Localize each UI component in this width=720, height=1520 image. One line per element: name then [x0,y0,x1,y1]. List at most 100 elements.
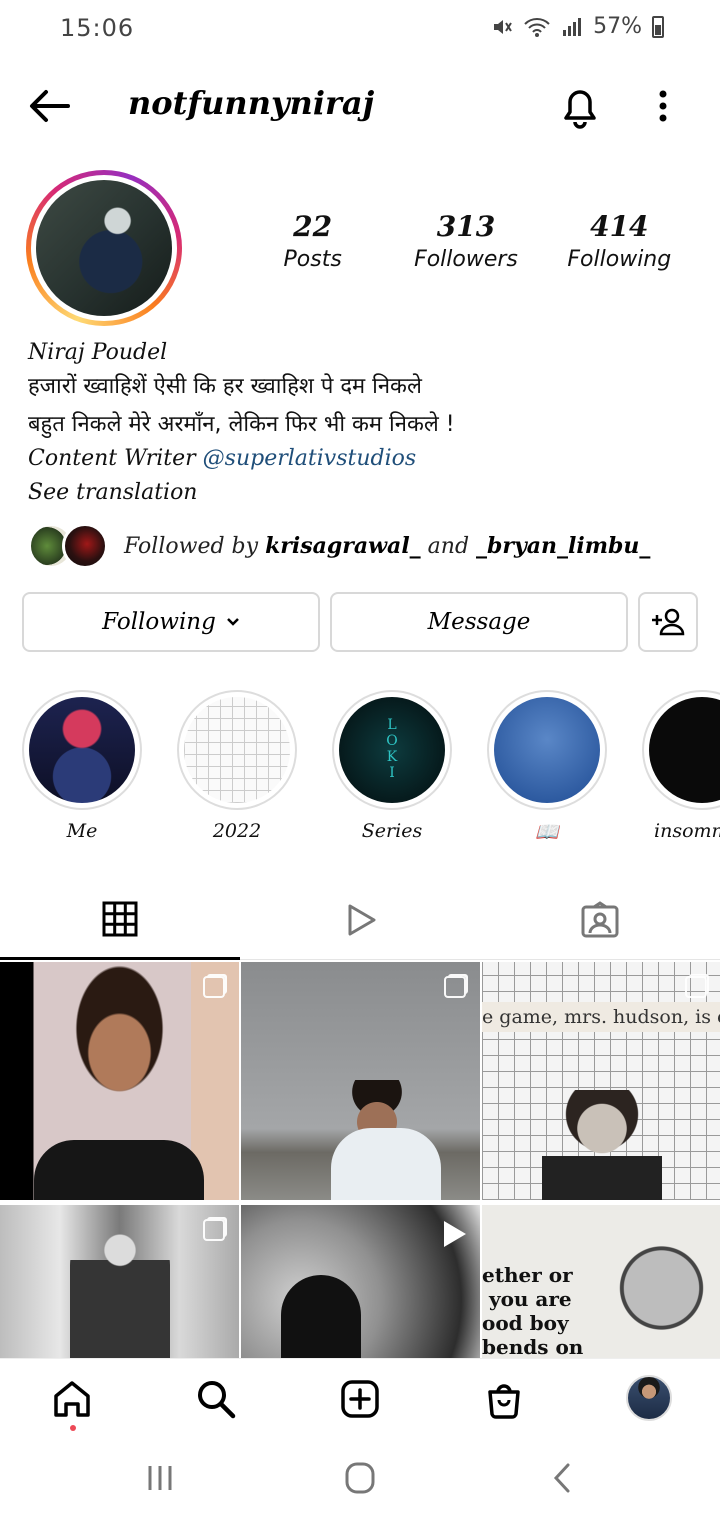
wifi-icon [524,17,550,37]
home-icon [54,1381,90,1417]
highlight-cover [184,697,290,803]
profile-avatar[interactable] [26,170,182,326]
highlight-cover [649,697,720,803]
highlight-me[interactable]: Me [22,690,142,842]
chevron-down-icon [226,618,239,626]
followed-by[interactable]: Followed by krisagrawal_ and _bryan_limb… [28,522,698,570]
battery-icon [652,15,664,38]
post-thumbnail[interactable] [241,1205,480,1358]
carousel-icon [203,1219,225,1241]
highlight-label: 2022 [212,820,262,842]
following-button[interactable]: Following [22,592,320,652]
carousel-icon [203,976,225,998]
more-vertical-icon[interactable] [650,86,676,126]
see-translation-link[interactable]: See translation [28,476,698,510]
post-thumbnail[interactable] [0,962,239,1200]
followed-by-and: and [420,534,477,559]
mutual-user-1: krisagrawal_ [265,533,421,559]
post-thumbnail[interactable] [0,1205,239,1358]
tab-reels[interactable] [240,880,480,960]
signal-icon [563,17,582,36]
arrow-left-icon[interactable] [26,86,74,126]
followed-by-prefix: Followed by [124,534,266,559]
bell-icon[interactable] [558,84,602,130]
stat-following[interactable]: 414 Following [543,210,696,290]
nav-shop[interactable] [482,1377,526,1421]
stat-label: Followers [414,247,518,272]
highlight-cover [29,697,135,803]
stat-followers[interactable]: 313 Followers [389,210,542,290]
add-user-icon [652,608,685,636]
message-button[interactable]: Message [330,592,628,652]
post-thumbnail[interactable] [241,962,480,1200]
profile-tabs [0,880,720,960]
tab-posts-grid[interactable] [0,880,240,960]
post-thumbnail[interactable]: e game, mrs. hudson, is o [482,962,720,1200]
tab-tagged[interactable] [480,880,720,960]
battery-text: 57% [593,14,642,39]
bottom-nav [0,1358,720,1438]
bio-occupation: Content Writer [28,446,203,471]
shop-bag-icon [488,1384,520,1419]
profile-stats: 22 Posts 313 Followers 414 Following [236,210,696,290]
status-time: 15:06 [60,14,135,42]
highlight-insomnia[interactable]: insomn [642,690,720,842]
nav-search[interactable] [194,1377,238,1421]
bio-name: Niraj Poudel [28,340,168,365]
following-button-label: Following [102,609,216,635]
plus-square-icon [341,1380,379,1418]
bio-mention-link[interactable]: @superlativstudios [203,446,417,471]
highlight-series[interactable]: LOKI Series [332,690,452,842]
stat-posts[interactable]: 22 Posts [236,210,389,290]
post-thumbnail[interactable]: ether or you are ood boy bends on [482,1205,720,1358]
avatar [62,523,108,569]
status-icons: 57% [491,14,664,39]
highlight-cover: LOKI [339,697,445,803]
highlight-label: Series [361,820,423,842]
profile-actions: Following Message [22,592,700,652]
reel-icon [444,1221,466,1247]
mutual-avatars [28,523,110,569]
nav-home[interactable] [50,1377,94,1421]
recent-apps-icon[interactable] [140,1460,180,1496]
mute-icon [494,19,512,34]
highlight-cover [494,697,600,803]
profile-username: notfunnyniraj [128,84,375,122]
loki-cover-text: LOKI [386,717,398,781]
mutual-user-2: _bryan_limbu_ [476,533,651,559]
bio-line-2: बहुत निकले मेरे अरमाँन, लेकिन फिर भी कम … [28,412,455,437]
play-icon [348,904,376,936]
stat-value: 313 [436,210,496,243]
carousel-icon [685,976,707,998]
highlight-2022[interactable]: 2022 [177,690,297,842]
home-button-icon[interactable] [340,1460,380,1496]
highlight-label: 📖 [535,821,559,843]
tagged-icon [581,901,619,938]
search-icon [198,1381,236,1419]
back-button-icon[interactable] [544,1460,584,1496]
add-user-button[interactable] [638,592,698,652]
avatar-photo [36,180,172,316]
bio-line-3: Content Writer @superlativstudios [28,442,698,476]
bio-line-1: हजारों ख्वाहिशें ऐसी कि हर ख्वाहिश पे दम… [28,374,422,399]
nav-create[interactable] [338,1377,382,1421]
nav-profile-avatar[interactable] [626,1375,672,1421]
stat-value: 22 [293,210,333,243]
system-nav-bar [0,1438,720,1520]
highlight-book[interactable]: 📖 [487,690,607,843]
post-caption-text: ether or you are ood boy bends on [482,1263,584,1358]
highlight-label: insomn [654,820,720,842]
stat-value: 414 [590,210,649,243]
carousel-icon [444,976,466,998]
grid-icon [102,901,138,936]
posts-grid: e game, mrs. hudson, is o ether or you a… [0,962,720,1358]
followed-by-text: Followed by krisagrawal_ and _bryan_limb… [124,533,650,559]
highlight-label: Me [66,820,98,842]
profile-bio: Niraj Poudel हजारों ख्वाहिशें ऐसी कि हर … [28,336,698,510]
stat-label: Posts [283,247,342,272]
status-bar: 15:06 57% [0,0,720,60]
notification-dot [70,1425,76,1431]
post-caption-text: e game, mrs. hudson, is o [482,1002,720,1032]
message-button-label: Message [427,609,531,635]
stat-label: Following [567,247,672,272]
